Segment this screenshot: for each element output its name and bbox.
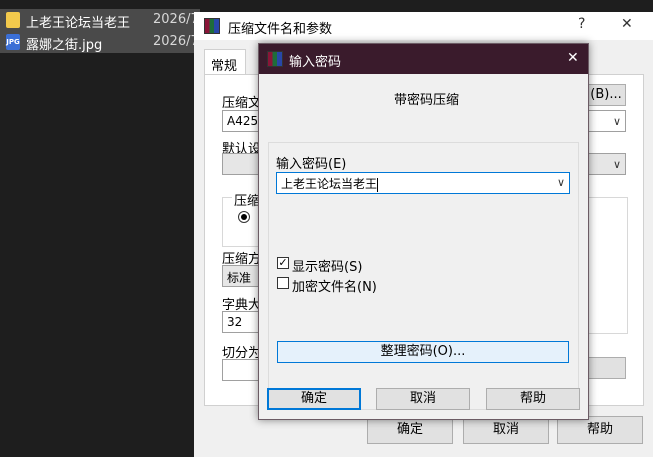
- password-input[interactable]: 上老王论坛当老王 ∨: [276, 172, 570, 194]
- show-password-label: 显示密码(S): [292, 260, 363, 275]
- ok-button[interactable]: 确定: [367, 416, 453, 444]
- browse-button[interactable]: (B)...: [586, 84, 626, 106]
- jpg-file-icon: JPG: [6, 34, 20, 50]
- dialog-title: 压缩文件名和参数: [228, 22, 333, 37]
- tab-general[interactable]: 常规: [204, 49, 246, 76]
- format-radio[interactable]: [238, 211, 250, 223]
- compression-method-dropdown[interactable]: 标准: [222, 265, 262, 287]
- help-icon[interactable]: ?: [578, 16, 585, 32]
- winrar-icon: [267, 51, 283, 67]
- organize-passwords-button[interactable]: 整理密码(O)...: [277, 341, 569, 363]
- file-row-jpg[interactable]: JPG 露娜之街.jpg 2026/7,: [0, 31, 203, 53]
- archive-name-dropdown[interactable]: ∨: [586, 110, 626, 132]
- dictionary-size-field[interactable]: 32: [222, 311, 262, 333]
- close-icon[interactable]: ✕: [621, 16, 633, 32]
- dialog-title: 输入密码: [289, 55, 342, 70]
- archive-name-label: 压缩文: [222, 96, 262, 111]
- chevron-down-icon: ∨: [612, 115, 621, 128]
- show-password-checkbox[interactable]: ✓ 显示密码(S): [276, 255, 476, 275]
- archive-options-group: [586, 197, 628, 334]
- encrypt-filenames-checkbox[interactable]: 加密文件名(N): [276, 275, 476, 295]
- file-row-folder[interactable]: 上老王论坛当老王 2026/7,: [0, 9, 203, 31]
- file-name: 露娜之街.jpg: [26, 38, 103, 53]
- password-value: 上老王论坛当老王: [281, 177, 378, 191]
- split-volume-field[interactable]: [222, 359, 262, 381]
- default-settings-field[interactable]: [222, 153, 262, 175]
- tab-general-label: 常规: [211, 59, 238, 74]
- default-settings-dropdown[interactable]: ∨: [586, 153, 626, 175]
- chevron-down-icon[interactable]: ∨: [557, 176, 565, 189]
- cancel-button[interactable]: 取消: [376, 388, 470, 410]
- title-bar: 输入密码 ✕: [259, 44, 588, 74]
- winrar-icon: [204, 18, 220, 34]
- help-button[interactable]: 帮助: [557, 416, 643, 444]
- cancel-button[interactable]: 取消: [463, 416, 549, 444]
- checkbox-unchecked-icon: [277, 277, 289, 289]
- set-password-button[interactable]: [586, 357, 626, 379]
- title-bar: 压缩文件名和参数 ? ✕: [194, 12, 653, 40]
- enter-password-dialog: 输入密码 ✕ 带密码压缩 输入密码(E) 上老王论坛当老王 ∨ ✓ 显示密码(S…: [258, 43, 589, 420]
- close-icon[interactable]: ✕: [567, 50, 579, 66]
- archive-name-field[interactable]: A4257: [222, 110, 262, 132]
- dialog-heading: 带密码压缩: [394, 93, 460, 108]
- checkbox-checked-icon: ✓: [277, 256, 289, 269]
- encrypt-filenames-label: 加密文件名(N): [292, 280, 377, 295]
- folder-icon: [6, 12, 20, 28]
- ok-button[interactable]: 确定: [267, 388, 361, 410]
- file-name: 上老王论坛当老王: [26, 16, 131, 31]
- help-button[interactable]: 帮助: [486, 388, 580, 410]
- password-input-label: 输入密码(E): [276, 157, 347, 172]
- chevron-down-icon: ∨: [612, 158, 621, 171]
